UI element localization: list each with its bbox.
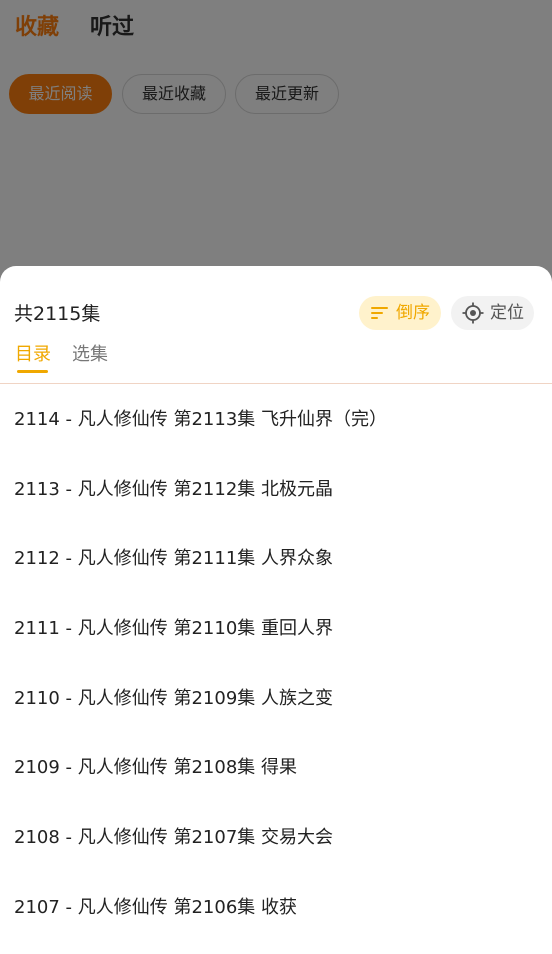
app-root: 收藏 听过 最近阅读 最近收藏 最近更新 共2115集 倒序 bbox=[0, 0, 552, 954]
episode-item[interactable]: 2112 - 凡人修仙传 第2111集 人界众象 bbox=[0, 523, 552, 593]
sort-order-label: 倒序 bbox=[396, 303, 430, 323]
sort-order-button[interactable]: 倒序 bbox=[359, 296, 441, 330]
episode-item[interactable]: 2110 - 凡人修仙传 第2109集 人族之变 bbox=[0, 663, 552, 733]
crosshair-icon bbox=[462, 302, 484, 324]
active-tab-indicator bbox=[17, 370, 48, 373]
episode-sheet: 共2115集 倒序 定位 目录 选集 2114 - 凡人修仙传 第2113集 飞… bbox=[0, 266, 552, 954]
tab-select-episodes[interactable]: 选集 bbox=[72, 343, 108, 367]
episode-count: 共2115集 bbox=[14, 303, 101, 325]
episode-item[interactable]: 2108 - 凡人修仙传 第2107集 交易大会 bbox=[0, 802, 552, 872]
episode-list: 2114 - 凡人修仙传 第2113集 飞升仙界（完） 2113 - 凡人修仙传… bbox=[0, 384, 552, 942]
episode-item[interactable]: 2107 - 凡人修仙传 第2106集 收获 bbox=[0, 872, 552, 942]
locate-label: 定位 bbox=[490, 303, 524, 323]
sort-lines-icon bbox=[370, 305, 390, 321]
episode-item[interactable]: 2113 - 凡人修仙传 第2112集 北极元晶 bbox=[0, 454, 552, 524]
locate-button[interactable]: 定位 bbox=[451, 296, 534, 330]
episode-item[interactable]: 2114 - 凡人修仙传 第2113集 飞升仙界（完） bbox=[0, 384, 552, 454]
episode-item[interactable]: 2111 - 凡人修仙传 第2110集 重回人界 bbox=[0, 593, 552, 663]
episode-item[interactable]: 2109 - 凡人修仙传 第2108集 得果 bbox=[0, 732, 552, 802]
tab-catalog[interactable]: 目录 bbox=[15, 343, 51, 367]
